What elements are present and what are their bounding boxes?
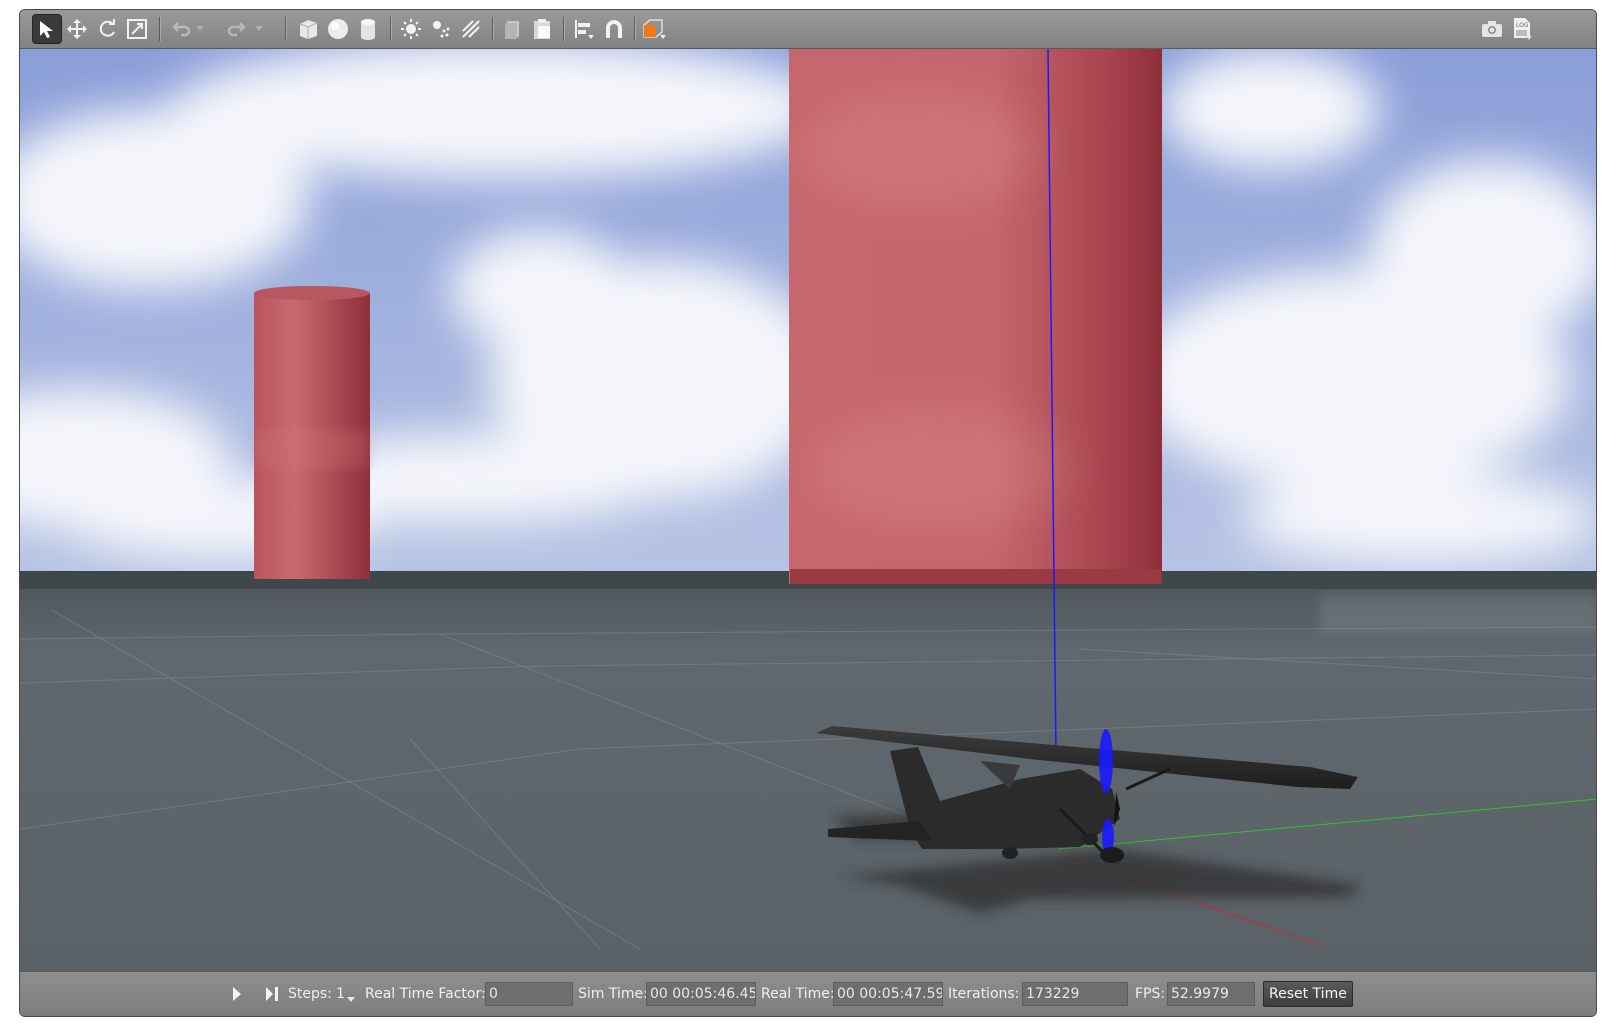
left-cylinder-model	[254, 286, 370, 579]
rotate-tool-button[interactable]	[92, 14, 122, 44]
step-button[interactable]	[264, 985, 280, 1007]
real-time-label: Real Time:	[761, 986, 835, 1002]
real-time-field: 00 00:05:47.597	[833, 982, 943, 1006]
cylinder-icon	[357, 18, 379, 40]
steps-label: Steps:	[288, 986, 332, 1002]
gazebo-window: LOG Steps: 1 Real Time Factor: 0 Sim Tim…	[19, 9, 1597, 1017]
box-shape-button[interactable]	[293, 14, 323, 44]
spot-light-button[interactable]	[426, 14, 456, 44]
align-button[interactable]	[569, 14, 599, 44]
copy-icon	[502, 18, 524, 40]
redo-button[interactable]	[223, 14, 253, 44]
toolbar: LOG	[20, 10, 1596, 49]
svg-text:LOG: LOG	[1516, 22, 1529, 29]
sun-icon	[400, 18, 422, 40]
point-light-button[interactable]	[396, 14, 426, 44]
redo-icon	[227, 18, 249, 40]
screenshot-button[interactable]	[1477, 14, 1507, 44]
step-forward-icon	[264, 987, 280, 1007]
move-arrows-icon	[66, 18, 88, 40]
cylinder-shape-button[interactable]	[353, 14, 383, 44]
paste-icon	[531, 18, 553, 40]
view-angle-button[interactable]	[640, 14, 670, 44]
sim-time-label: Sim Time:	[578, 986, 648, 1002]
sphere-icon	[327, 18, 349, 40]
steps-value-spinner[interactable]: 1	[336, 986, 345, 1002]
spotlight-icon	[430, 18, 452, 40]
right-cylinder-model	[789, 49, 1162, 584]
chevron-down-icon[interactable]	[347, 991, 355, 1007]
play-icon	[231, 987, 243, 1007]
magnet-icon	[603, 18, 625, 40]
play-button[interactable]	[231, 985, 243, 1007]
undo-history-dropdown[interactable]	[192, 14, 208, 44]
select-tool-button[interactable]	[32, 14, 62, 44]
iterations-field: 173229	[1022, 982, 1128, 1006]
undo-button[interactable]	[165, 14, 195, 44]
copy-button[interactable]	[498, 14, 528, 44]
fps-field: 52.9979	[1167, 982, 1255, 1006]
scale-tool-button[interactable]	[122, 14, 152, 44]
status-bar: Steps: 1 Real Time Factor: 0 Sim Time: 0…	[20, 971, 1596, 1016]
directional-light-button[interactable]	[456, 14, 486, 44]
camera-icon	[1481, 18, 1503, 40]
chevron-down-icon	[196, 26, 204, 32]
rotate-icon	[96, 18, 118, 40]
log-icon: LOG	[1511, 17, 1533, 41]
arrow-cursor-icon	[36, 18, 58, 40]
log-button[interactable]: LOG	[1507, 14, 1537, 44]
snap-button[interactable]	[599, 14, 629, 44]
view-cube-icon	[642, 17, 668, 41]
real-time-factor-field: 0	[485, 982, 573, 1006]
fps-label: FPS:	[1135, 986, 1166, 1002]
undo-icon	[169, 18, 191, 40]
align-icon	[573, 18, 595, 40]
chevron-down-icon	[255, 26, 263, 32]
sim-time-field: 00 00:05:46.458	[646, 982, 756, 1006]
real-time-factor-label: Real Time Factor:	[365, 986, 486, 1002]
box-icon	[297, 18, 319, 40]
directional-light-icon	[460, 18, 482, 40]
translate-tool-button[interactable]	[62, 14, 92, 44]
scale-icon	[126, 18, 148, 40]
redo-history-dropdown[interactable]	[251, 14, 267, 44]
iterations-label: Iterations:	[948, 986, 1020, 1002]
3d-scene-viewport[interactable]	[20, 49, 1596, 971]
sphere-shape-button[interactable]	[323, 14, 353, 44]
paste-button[interactable]	[527, 14, 557, 44]
reset-time-button[interactable]: Reset Time	[1263, 981, 1353, 1007]
